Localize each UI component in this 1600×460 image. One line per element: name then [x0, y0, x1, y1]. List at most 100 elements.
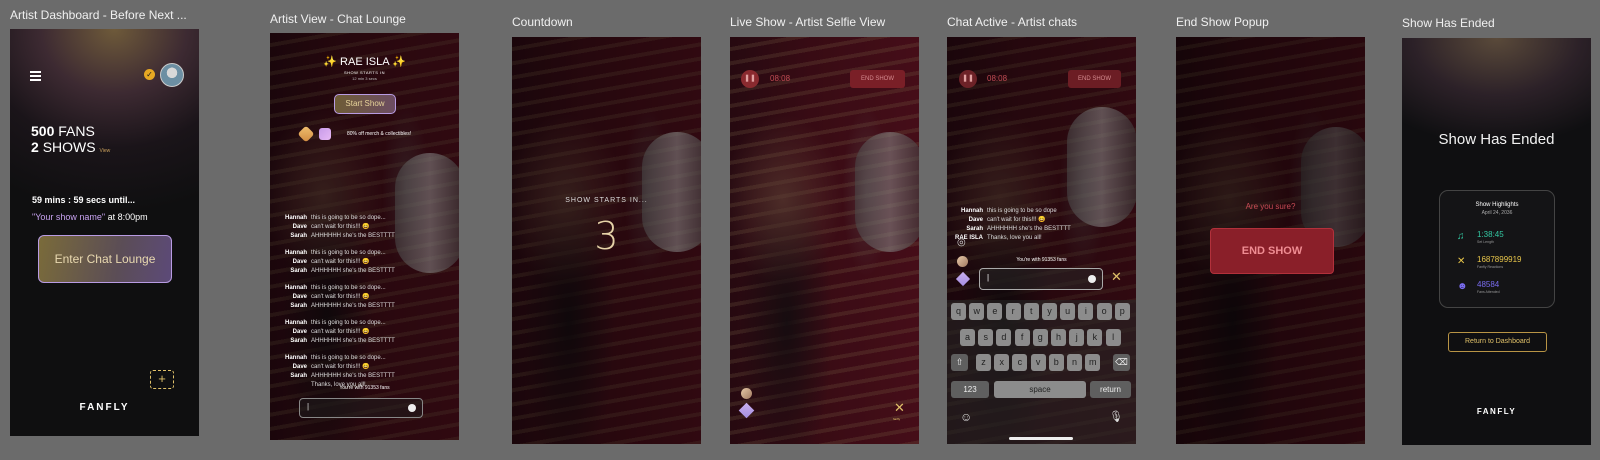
pause-button[interactable]: ❚❚ — [959, 70, 977, 88]
enter-chat-lounge-button[interactable]: Enter Chat Lounge — [38, 235, 172, 283]
key-a[interactable]: a — [960, 329, 975, 346]
home-indicator — [1009, 437, 1073, 440]
emoji-icon[interactable]: ☺ — [960, 410, 972, 424]
key-b[interactable]: b — [1048, 354, 1064, 371]
chat-message: Dave can't wait for this!!! 😄 — [953, 216, 1046, 225]
key-g[interactable]: g — [1032, 329, 1048, 346]
key-s[interactable]: s — [978, 329, 994, 346]
shows-label: SHOWS — [42, 139, 96, 155]
return-to-dashboard-button[interactable]: Return to Dashboard — [1448, 332, 1547, 352]
chat-text: this is going to be so dope... — [311, 250, 386, 256]
chat-message: Hannah this is going to be so dope... — [277, 249, 386, 258]
key-k[interactable]: k — [1087, 329, 1103, 346]
end-show-button[interactable]: END SHOW — [850, 70, 905, 88]
numbers-key[interactable]: 123 — [951, 381, 989, 398]
stat-value: 1:38:45 — [1477, 230, 1504, 239]
key-q[interactable]: q — [951, 303, 966, 320]
view-shows-link[interactable]: View — [99, 148, 110, 154]
key-m[interactable]: m — [1085, 354, 1101, 371]
send-icon[interactable] — [1088, 275, 1096, 283]
screen-label-dashboard: Artist Dashboard - Before Next ... — [10, 8, 187, 22]
confirm-end-show-button[interactable]: END SHOW — [1210, 228, 1334, 274]
artist-name: ✨ RAE ISLA ✨ — [323, 56, 406, 68]
fanfly-reaction-icon: ✕ — [1457, 256, 1466, 267]
key-e[interactable]: e — [987, 303, 1003, 320]
key-j[interactable]: j — [1069, 329, 1085, 346]
space-key[interactable]: space — [994, 381, 1086, 398]
key-u[interactable]: u — [1060, 303, 1076, 320]
chat-text: can't wait for this!!! 😄 — [311, 224, 370, 230]
chat-username: Sarah — [290, 373, 307, 379]
verified-badge-icon: ✓ — [144, 69, 155, 80]
chat-text: AHHHHHH she's the BESTTTT — [311, 373, 395, 379]
end-show-button[interactable]: END SHOW — [1068, 70, 1121, 88]
chat-message: Hannah this is going to be so dope... — [277, 284, 386, 293]
chat-username: Hannah — [284, 320, 307, 326]
chat-input[interactable]: | — [979, 268, 1103, 290]
merch-icon[interactable] — [738, 402, 755, 419]
pause-button[interactable]: ❚❚ — [741, 70, 759, 88]
chat-username: Dave — [292, 294, 307, 300]
merch-icon[interactable] — [955, 271, 971, 287]
countdown-label: SHOW STARTS IN... — [565, 197, 648, 204]
countdown-number: 3 — [594, 214, 619, 258]
key-y[interactable]: y — [1042, 303, 1057, 320]
chat-username: Dave — [292, 259, 307, 265]
key-p[interactable]: p — [1114, 303, 1130, 320]
key-d[interactable]: d — [996, 329, 1012, 346]
key-n[interactable]: n — [1067, 354, 1082, 371]
fans-label: FANS — [58, 123, 95, 139]
key-o[interactable]: o — [1096, 303, 1112, 320]
gems-icon[interactable] — [297, 125, 315, 143]
chat-text: can't wait for this!!! 😄 — [311, 259, 370, 265]
fans-icon: ☻ — [1457, 281, 1468, 292]
send-icon[interactable] — [408, 404, 416, 412]
keyboard: qwertyuiop asdfghjkl zxcvbnm ⇧ ⌫ 123 spa… — [947, 300, 1136, 444]
key-v[interactable]: v — [1030, 354, 1046, 371]
return-key[interactable]: return — [1090, 381, 1131, 398]
show-time: at 8:00pm — [105, 212, 148, 222]
screen-chat-active: ❚❚ 08:08 END SHOW Hannah this is going to… — [947, 37, 1136, 444]
chat-message: Sarah AHHHHHH she's the BESTTTT — [277, 232, 395, 241]
key-r[interactable]: r — [1005, 303, 1021, 320]
chat-text: this is going to be so dope... — [311, 285, 386, 291]
key-z[interactable]: z — [976, 354, 991, 371]
fanfly-brand-subtext: fanfly — [893, 417, 901, 421]
chat-message: Sarah AHHHHHH she's the BESTTTT — [277, 267, 395, 276]
gems-icon[interactable] — [741, 388, 752, 399]
chat-message: Dave can't wait for this!!! 😄 — [277, 258, 370, 267]
key-w[interactable]: w — [969, 303, 985, 320]
chat-input[interactable]: | — [299, 398, 423, 418]
shift-key[interactable]: ⇧ — [951, 354, 968, 371]
key-t[interactable]: t — [1023, 303, 1039, 320]
chat-message: Hannah this is going to be so dope... — [277, 319, 386, 328]
key-f[interactable]: f — [1014, 329, 1030, 346]
key-l[interactable]: l — [1105, 329, 1121, 346]
chat-message: Hannah this is going to be so dope — [953, 207, 1057, 216]
chat-username: Dave — [292, 364, 307, 370]
hide-chat-icon[interactable]: ◎ — [957, 237, 966, 248]
avatar[interactable] — [160, 63, 184, 87]
hamburger-menu-icon[interactable] — [30, 71, 41, 81]
show-highlights-card: Show Highlights April 24, 2036 ♫ 1:38:45 S… — [1439, 190, 1555, 308]
merch-icon[interactable] — [319, 128, 331, 140]
start-show-button[interactable]: Start Show — [334, 94, 396, 114]
fanfly-brand-icon[interactable]: ✕ — [894, 401, 905, 414]
backspace-key[interactable]: ⌫ — [1113, 354, 1130, 371]
key-c[interactable]: c — [1012, 354, 1028, 371]
microphone-icon[interactable]: 🎙︎ — [1109, 410, 1123, 423]
screen-label-end-popup: End Show Popup — [1176, 15, 1269, 29]
shows-stat: 2 SHOWS View — [31, 140, 110, 159]
chat-input-value: | — [987, 273, 990, 282]
show-starts-time: 12 min 3 secs — [352, 76, 377, 81]
chat-username: Hannah — [284, 250, 307, 256]
key-i[interactable]: i — [1078, 303, 1094, 320]
fanfly-brand-icon[interactable]: ✕ — [1111, 270, 1122, 283]
chat-text: can't wait for this!!! 😄 — [987, 217, 1046, 223]
key-h[interactable]: h — [1051, 329, 1066, 346]
chat-message: RAE ISLA Thanks, love you all! — [953, 234, 1042, 243]
screen-show-ended: Show Has Ended Show Highlights April 24,… — [1402, 38, 1591, 445]
add-show-button[interactable]: + — [150, 370, 174, 389]
key-x[interactable]: x — [994, 354, 1010, 371]
chat-text: AHHHHHH she's the BESTTTT — [311, 303, 395, 309]
